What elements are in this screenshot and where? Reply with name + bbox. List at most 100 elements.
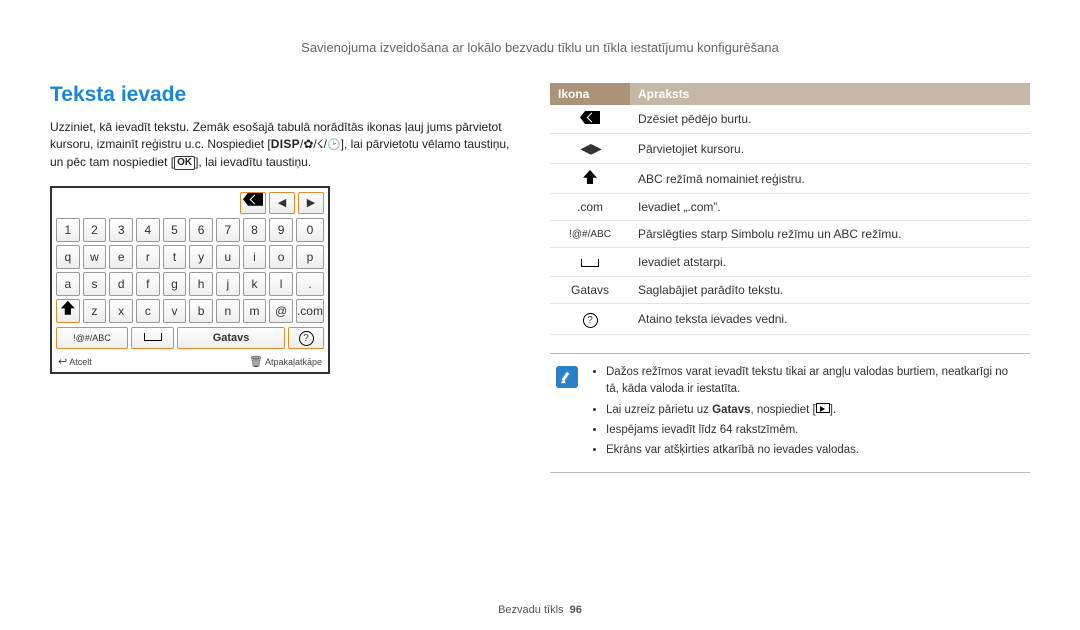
kbd-key[interactable]: i <box>243 245 267 269</box>
kbd-key[interactable]: m <box>243 299 267 323</box>
desc-cell: Pārvietojiet kursoru. <box>630 134 1030 164</box>
info-item: Lai uzreiz pārietu uz Gatavs, nospiediet… <box>606 402 1024 419</box>
info-li2-b: , nospiediet [ <box>750 404 815 416</box>
table-row: Ievadiet atstarpi. <box>550 248 1030 277</box>
trash-icon: 🗑 <box>249 355 263 368</box>
kbd-key[interactable]: . <box>296 272 324 296</box>
keyboard-grid: 1234567890 qwertyuiop asdfghjkl. zxcvbnm@.c… <box>56 218 324 323</box>
kbd-key[interactable]: @ <box>269 299 293 323</box>
kbd-key[interactable]: o <box>269 245 293 269</box>
footer-label: Bezvadu tīkls <box>498 604 563 616</box>
pencil-icon <box>561 371 573 383</box>
desc-cell: Ataino teksta ievades vedni. <box>630 304 1030 335</box>
table-row: ? Ataino teksta ievades vedni. <box>550 304 1030 335</box>
kbd-key[interactable]: z <box>83 299 107 323</box>
icon-description-table: Ikona Apraksts Dzēsiet pēdējo burtu. ◀ ▶… <box>550 83 1030 335</box>
back-key-icon: ↩ <box>58 355 67 368</box>
kbd-shift[interactable] <box>56 299 80 323</box>
table-row: ◀ ▶ Pārvietojiet kursoru. <box>550 134 1030 164</box>
table-head-icon: Ikona <box>550 83 630 105</box>
kbd-key[interactable]: 9 <box>269 218 293 242</box>
section-title: Teksta ievade <box>50 83 510 107</box>
shift-icon <box>583 170 597 184</box>
kbd-key[interactable]: f <box>136 272 160 296</box>
kbd-key[interactable]: q <box>56 245 80 269</box>
icon-left-right: ◀ ▶ <box>550 134 630 164</box>
desc-cell: Pārslēgties starp Simbolu režīmu un ABC … <box>630 221 1030 248</box>
kbd-key[interactable]: u <box>216 245 240 269</box>
icon-gatavs: Gatavs <box>550 277 630 304</box>
flash-icon: ☇ <box>317 136 324 153</box>
kbd-cursor-right[interactable]: ▶ <box>298 192 324 214</box>
kbd-space[interactable] <box>131 327 174 349</box>
kbd-key[interactable]: l <box>269 272 293 296</box>
kbd-com[interactable]: .com <box>296 299 324 323</box>
page-footer: Bezvadu tīkls 96 <box>0 604 1080 616</box>
page-header: Savienojuma izveidošana ar lokālo bezvad… <box>50 40 1030 55</box>
info-li2-c: ]. <box>830 404 836 416</box>
kbd-mode-toggle[interactable]: !@#/ABC <box>56 327 128 349</box>
info-item: Ekrāns var atšķirties atkarībā no ievade… <box>606 442 1024 459</box>
ok-icon: OK <box>174 156 195 170</box>
backspace-icon <box>243 193 263 206</box>
kbd-key[interactable]: y <box>189 245 213 269</box>
kbd-key[interactable]: h <box>189 272 213 296</box>
kbd-key[interactable]: 1 <box>56 218 80 242</box>
desc-cell: ABC režīmā nomainiet reģistru. <box>630 164 1030 194</box>
kbd-done[interactable]: Gatavs <box>177 327 285 349</box>
kbd-key[interactable]: g <box>163 272 187 296</box>
kbd-key[interactable]: 4 <box>136 218 160 242</box>
intro-disp: DISP <box>271 137 300 151</box>
kbd-key[interactable]: 3 <box>109 218 133 242</box>
kbd-key[interactable]: 0 <box>296 218 324 242</box>
kbd-key[interactable]: c <box>136 299 160 323</box>
kbd-key[interactable]: e <box>109 245 133 269</box>
table-row: Dzēsiet pēdējo burtu. <box>550 105 1030 134</box>
timer-icon <box>327 137 341 151</box>
kbd-key[interactable]: x <box>109 299 133 323</box>
kbd-key[interactable]: 2 <box>83 218 107 242</box>
kbd-key[interactable]: v <box>163 299 187 323</box>
footer-page-number: 96 <box>570 604 582 616</box>
kbd-key[interactable]: 6 <box>189 218 213 242</box>
kbd-key[interactable]: d <box>109 272 133 296</box>
desc-cell: Ievadiet atstarpi. <box>630 248 1030 277</box>
kbd-key[interactable]: 5 <box>163 218 187 242</box>
kbd-key[interactable]: w <box>83 245 107 269</box>
table-row: !@#/ABC Pārslēgties starp Simbolu režīmu… <box>550 221 1030 248</box>
info-item: Dažos režīmos varat ievadīt tekstu tikai… <box>606 364 1024 399</box>
kbd-key[interactable]: k <box>243 272 267 296</box>
space-icon <box>581 259 599 267</box>
onscreen-keyboard: ◀ ▶ 1234567890 qwertyuiop asdfghjkl. zxcvbn… <box>50 186 330 374</box>
icon-mode: !@#/ABC <box>550 221 630 248</box>
kbd-key[interactable]: a <box>56 272 80 296</box>
table-row: Gatavs Saglabājiet parādīto tekstu. <box>550 277 1030 304</box>
kbd-key[interactable]: b <box>189 299 213 323</box>
kbd-key[interactable]: 8 <box>243 218 267 242</box>
intro-seg3: ], lai ievadītu taustiņu. <box>195 155 311 169</box>
help-icon: ? <box>299 331 314 346</box>
kbd-footer-cancel: ↩ Atcelt <box>58 355 92 368</box>
table-head-desc: Apraksts <box>630 83 1030 105</box>
kbd-key[interactable]: r <box>136 245 160 269</box>
icon-help: ? <box>550 304 630 335</box>
macro-icon <box>303 137 313 151</box>
kbd-key[interactable]: n <box>216 299 240 323</box>
kbd-help[interactable]: ? <box>288 327 324 349</box>
icon-shift <box>550 164 630 194</box>
kbd-cursor-left[interactable]: ◀ <box>269 192 295 214</box>
kbd-key[interactable]: p <box>296 245 324 269</box>
kbd-footer-cancel-label: Atcelt <box>69 357 92 367</box>
kbd-key[interactable]: j <box>216 272 240 296</box>
kbd-key[interactable]: t <box>163 245 187 269</box>
kbd-backspace-top[interactable] <box>240 192 266 214</box>
kbd-key[interactable]: s <box>83 272 107 296</box>
info-item: Iespējams ievadīt līdz 64 rakstzīmēm. <box>606 422 1024 439</box>
kbd-key[interactable]: 7 <box>216 218 240 242</box>
icon-com: .com <box>550 194 630 221</box>
table-row: .com Ievadiet „.com”. <box>550 194 1030 221</box>
info-li2-bold: Gatavs <box>712 404 750 416</box>
kbd-footer-back: 🗑 Atpakaļatkāpe <box>249 355 322 368</box>
desc-cell: Ievadiet „.com”. <box>630 194 1030 221</box>
space-icon <box>144 333 162 341</box>
